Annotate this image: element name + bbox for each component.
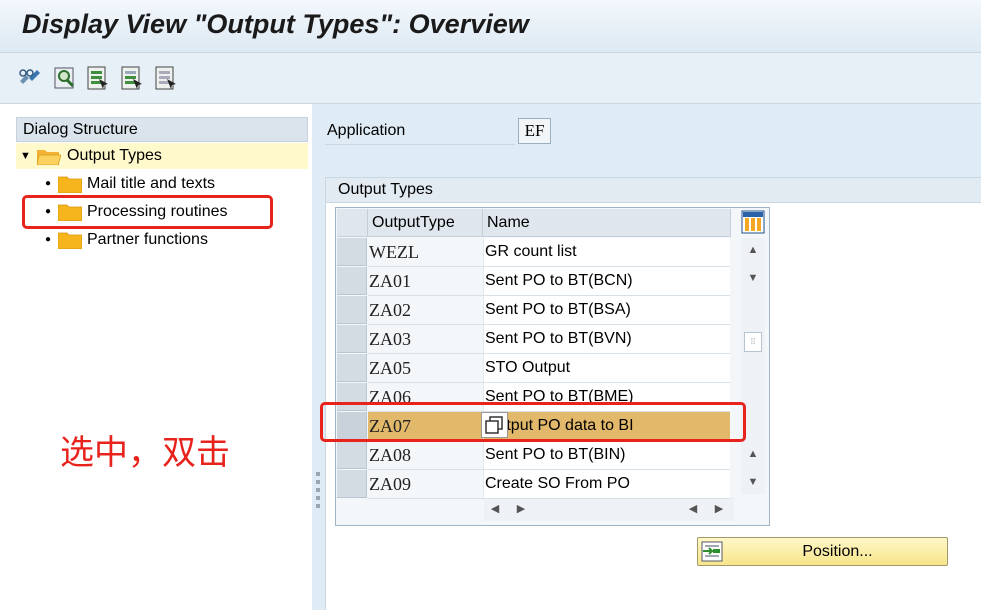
- splitter-grip: [316, 496, 320, 500]
- application-toolbar: [0, 53, 981, 104]
- cell-output-type[interactable]: ZA01: [368, 267, 483, 296]
- cell-name[interactable]: Sent PO to BT(BIN): [483, 441, 730, 470]
- cell-name[interactable]: Sent PO to BT(BSA): [483, 296, 730, 325]
- scroll-page-down-icon[interactable]: ▼: [744, 474, 762, 490]
- horizontal-scrollbar[interactable]: ◀ ▶ ◀ ▶: [484, 497, 734, 521]
- annotation-text: 选中，双击: [60, 433, 230, 473]
- bullet-icon: ●: [45, 234, 52, 245]
- row-selector[interactable]: [337, 354, 367, 382]
- scroll-left-icon[interactable]: ◀: [486, 501, 504, 517]
- row-selector[interactable]: [337, 441, 367, 469]
- row-selector[interactable]: [337, 267, 367, 295]
- tree-node-mail-title-and-texts[interactable]: ● Mail title and texts: [16, 171, 308, 197]
- title-bar: Display View "Output Types": Overview: [0, 0, 981, 53]
- splitter-grip: [316, 488, 320, 492]
- scroll-up-icon[interactable]: ▲: [744, 242, 762, 258]
- column-header-name[interactable]: Name: [483, 209, 731, 237]
- scroll-far-left-icon[interactable]: ◀: [684, 501, 702, 517]
- dialog-structure-header: Dialog Structure: [16, 117, 308, 142]
- cell-output-type[interactable]: ZA08: [368, 441, 483, 470]
- splitter-grip: [316, 472, 320, 476]
- cell-name[interactable]: GR count list: [483, 238, 730, 267]
- output-types-table: OutputType Name ▲ ▼ ⁞⁞ ▲ ▼ ◀ ▶ ◀ ▶ WEZL …: [335, 207, 770, 526]
- divider: [325, 144, 515, 145]
- cell-output-type[interactable]: ZA03: [368, 325, 483, 354]
- scroll-far-right-icon[interactable]: ▶: [710, 501, 728, 517]
- row-selector[interactable]: [337, 325, 367, 353]
- cell-output-type[interactable]: ZA09: [368, 470, 483, 499]
- column-header-outputtype[interactable]: OutputType: [368, 209, 483, 237]
- cell-output-type[interactable]: ZA02: [368, 296, 483, 325]
- bullet-icon: ●: [45, 178, 52, 189]
- scroll-page-up-icon[interactable]: ▲: [744, 446, 762, 462]
- application-field[interactable]: EF: [518, 118, 551, 144]
- table-row[interactable]: ZA08 Sent PO to BT(BIN): [337, 441, 730, 470]
- tree-node-label: Output Types: [67, 147, 162, 164]
- folder-icon: [58, 232, 82, 249]
- scroll-down-icon[interactable]: ▼: [744, 270, 762, 286]
- scroll-right-icon[interactable]: ▶: [512, 501, 530, 517]
- table-row[interactable]: ZA05 STO Output: [337, 354, 730, 383]
- application-label: Application: [327, 122, 406, 139]
- tree-node-label: Partner functions: [87, 231, 208, 248]
- tree-node-partner-functions[interactable]: ● Partner functions: [16, 227, 308, 253]
- annotation-box-processing-routines: [22, 195, 273, 229]
- annotation-box-selected-row: [320, 402, 746, 442]
- splitter-grip: [316, 480, 320, 484]
- folder-icon: [58, 176, 82, 193]
- table-row[interactable]: ZA02 Sent PO to BT(BSA): [337, 296, 730, 325]
- cell-name[interactable]: STO Output: [483, 354, 730, 383]
- cell-output-type[interactable]: ZA05: [368, 354, 483, 383]
- deselect-all-icon[interactable]: [153, 65, 179, 91]
- table-row[interactable]: WEZL GR count list: [337, 238, 730, 267]
- vertical-scrollbar[interactable]: ▲ ▼ ⁞⁞ ▲ ▼: [741, 238, 765, 494]
- cell-name[interactable]: Sent PO to BT(BVN): [483, 325, 730, 354]
- cell-name[interactable]: Sent PO to BT(BCN): [483, 267, 730, 296]
- page-title: Display View "Output Types": Overview: [22, 9, 529, 39]
- display-change-icon[interactable]: [17, 65, 43, 91]
- row-selector[interactable]: [337, 296, 367, 324]
- table-row[interactable]: ZA09 Create SO From PO: [337, 470, 730, 499]
- row-selector[interactable]: [337, 238, 367, 266]
- table-row[interactable]: ZA01 Sent PO to BT(BCN): [337, 267, 730, 296]
- select-all-column-header[interactable]: [337, 209, 368, 237]
- cell-output-type[interactable]: WEZL: [368, 238, 483, 267]
- table-row[interactable]: ZA03 Sent PO to BT(BVN): [337, 325, 730, 354]
- tree-node-output-types[interactable]: ▼ Output Types: [16, 143, 308, 169]
- folder-open-icon: [37, 150, 61, 165]
- select-block-icon[interactable]: [119, 65, 145, 91]
- dialog-structure-pane: Dialog Structure ▼ Output Types ● Mail t…: [0, 104, 313, 610]
- row-selector[interactable]: [337, 470, 367, 498]
- scroll-thumb[interactable]: ⁞⁞: [744, 332, 762, 352]
- expand-arrow-icon[interactable]: ▼: [20, 143, 31, 169]
- pane-splitter[interactable]: [312, 104, 325, 610]
- section-title: Output Types: [326, 177, 981, 203]
- cell-name[interactable]: Create SO From PO: [483, 470, 730, 499]
- table-settings-icon[interactable]: [741, 210, 765, 234]
- position-button-label: Position...: [802, 543, 873, 560]
- splitter-grip: [316, 504, 320, 508]
- select-all-icon[interactable]: [85, 65, 111, 91]
- position-button[interactable]: Position...: [697, 537, 948, 566]
- tree-node-label: Mail title and texts: [87, 175, 216, 192]
- find-icon[interactable]: [52, 65, 78, 91]
